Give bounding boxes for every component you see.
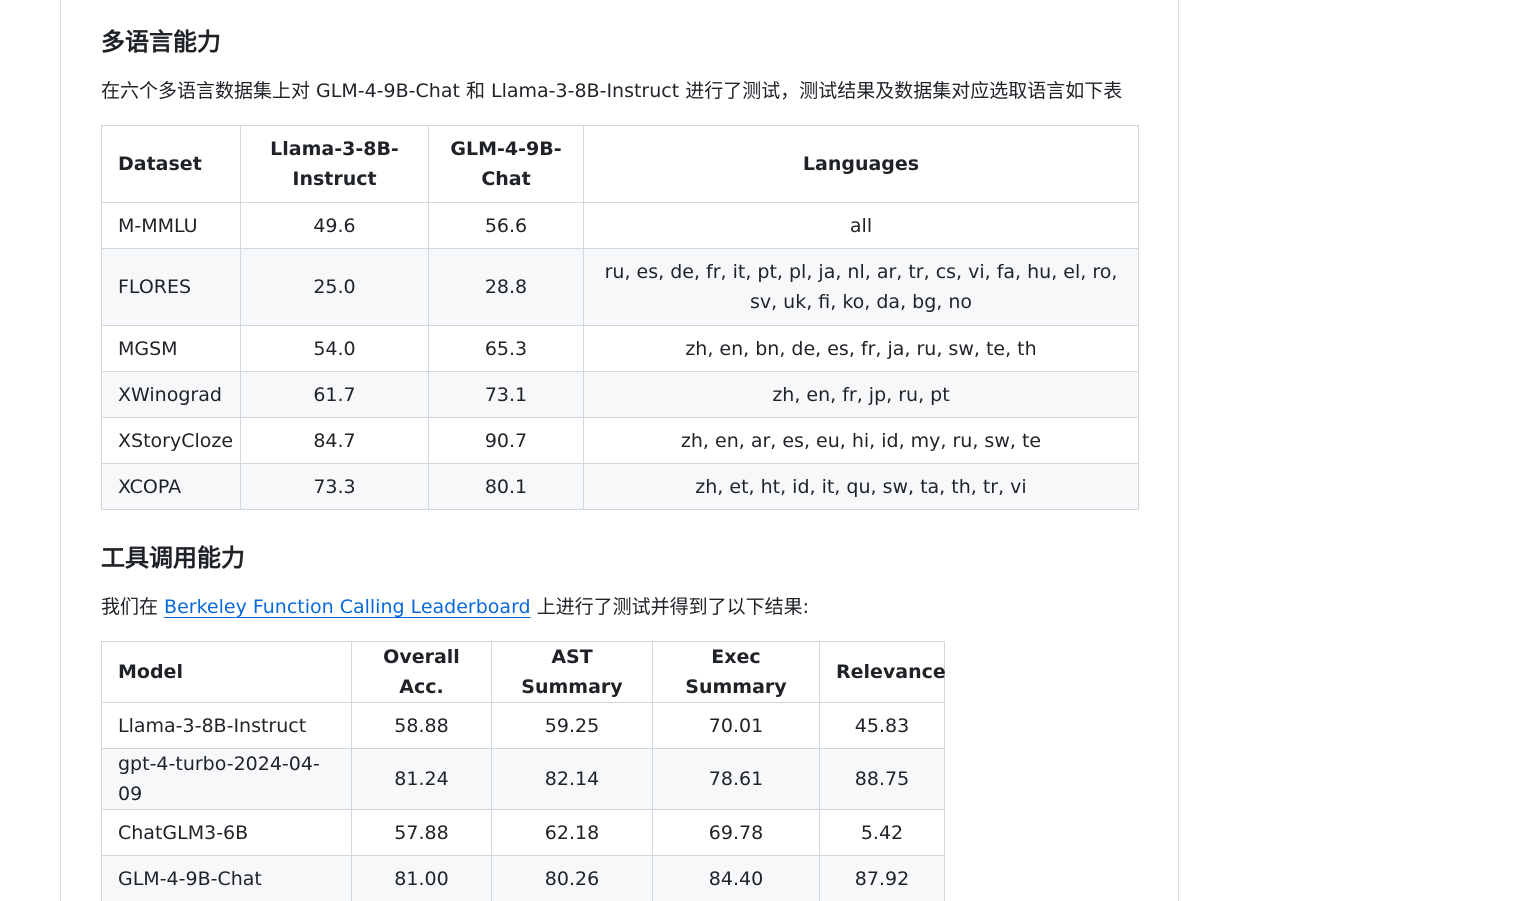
table-header-row: Model Overall Acc. AST Summary Exec Summ… [101,641,946,703]
column-header: AST Summary [491,641,653,703]
score-cell: 73.1 [428,371,584,418]
score-cell: 69.78 [652,809,820,856]
score-cell: 56.6 [428,202,584,249]
table-row: FLORES 25.0 28.8 ru, es, de, fr, it, pt,… [101,248,1139,326]
score-cell: 84.7 [240,417,429,464]
table-row: MGSM 54.0 65.3 zh, en, bn, de, es, fr, j… [101,325,1139,372]
score-cell: 54.0 [240,325,429,372]
column-header: Exec Summary [652,641,820,703]
languages-cell: zh, et, ht, id, it, qu, sw, ta, th, tr, … [583,463,1139,510]
score-cell: 28.8 [428,248,584,326]
score-cell: 80.1 [428,463,584,510]
score-cell: 90.7 [428,417,584,464]
table-row: M-MMLU 49.6 56.6 all [101,202,1139,249]
heading-tool-calling: 工具调用能力 [101,544,245,572]
languages-cell: ru, es, de, fr, it, pt, pl, ja, nl, ar, … [583,248,1139,326]
tool-calling-table: Model Overall Acc. AST Summary Exec Summ… [101,641,946,901]
score-cell: 45.83 [819,702,945,749]
score-cell: 84.40 [652,855,820,901]
heading-multilingual: 多语言能力 [101,28,221,56]
column-header: Dataset [101,125,241,203]
score-cell: 58.88 [351,702,492,749]
column-header: Overall Acc. [351,641,492,703]
score-cell: 81.24 [351,748,492,810]
languages-cell: zh, en, ar, es, eu, hi, id, my, ru, sw, … [583,417,1139,464]
dataset-cell: MGSM [101,325,241,372]
languages-cell: all [583,202,1139,249]
table-header-row: Dataset Llama-3-8B-Instruct GLM-4-9B-Cha… [101,125,1139,203]
dataset-cell: XWinograd [101,371,241,418]
score-cell: 61.7 [240,371,429,418]
score-cell: 5.42 [819,809,945,856]
score-cell: 62.18 [491,809,653,856]
page: 多语言能力 在六个多语言数据集上对 GLM-4-9B-Chat 和 Llama-… [0,0,1521,901]
dataset-cell: FLORES [101,248,241,326]
score-cell: 88.75 [819,748,945,810]
table-row: XWinograd 61.7 73.1 zh, en, fr, jp, ru, … [101,371,1139,418]
leaderboard-link[interactable]: Berkeley Function Calling Leaderboard [164,596,531,618]
article-container: 多语言能力 在六个多语言数据集上对 GLM-4-9B-Chat 和 Llama-… [60,0,1179,901]
column-header: Languages [583,125,1139,203]
table-row: gpt-4-turbo-2024-04-09 81.24 82.14 78.61… [101,748,945,810]
model-cell: GLM-4-9B-Chat [101,855,352,901]
score-cell: 87.92 [819,855,945,901]
languages-cell: zh, en, fr, jp, ru, pt [583,371,1139,418]
table-row: XStoryCloze 84.7 90.7 zh, en, ar, es, eu… [101,417,1139,464]
column-header: Llama-3-8B-Instruct [240,125,429,203]
model-cell: gpt-4-turbo-2024-04-09 [101,748,352,810]
dataset-cell: XStoryCloze [101,417,241,464]
column-header: Model [101,641,352,703]
score-cell: 49.6 [240,202,429,249]
dataset-cell: M-MMLU [101,202,241,249]
table-row: ChatGLM3-6B 57.88 62.18 69.78 5.42 [101,809,945,856]
model-cell: ChatGLM3-6B [101,809,352,856]
score-cell: 65.3 [428,325,584,372]
table-row: Llama-3-8B-Instruct 58.88 59.25 70.01 45… [101,702,945,749]
table-row: GLM-4-9B-Chat 81.00 80.26 84.40 87.92 [101,855,945,901]
multilingual-table: Dataset Llama-3-8B-Instruct GLM-4-9B-Cha… [101,125,1139,510]
score-cell: 73.3 [240,463,429,510]
score-cell: 25.0 [240,248,429,326]
tool-calling-intro: 我们在 Berkeley Function Calling Leaderboar… [101,593,809,621]
column-header: GLM-4-9B-Chat [428,125,584,203]
score-cell: 57.88 [351,809,492,856]
score-cell: 59.25 [491,702,653,749]
languages-cell: zh, en, bn, de, es, fr, ja, ru, sw, te, … [583,325,1139,372]
table-row: XCOPA 73.3 80.1 zh, et, ht, id, it, qu, … [101,463,1139,510]
dataset-cell: XCOPA [101,463,241,510]
intro-text: 上进行了测试并得到了以下结果: [530,596,810,618]
score-cell: 80.26 [491,855,653,901]
column-header: Relevance [819,641,946,703]
score-cell: 82.14 [491,748,653,810]
score-cell: 78.61 [652,748,820,810]
score-cell: 81.00 [351,855,492,901]
multilingual-intro: 在六个多语言数据集上对 GLM-4-9B-Chat 和 Llama-3-8B-I… [101,80,1123,102]
intro-text: 我们在 [101,596,165,618]
model-cell: Llama-3-8B-Instruct [101,702,352,749]
score-cell: 70.01 [652,702,820,749]
